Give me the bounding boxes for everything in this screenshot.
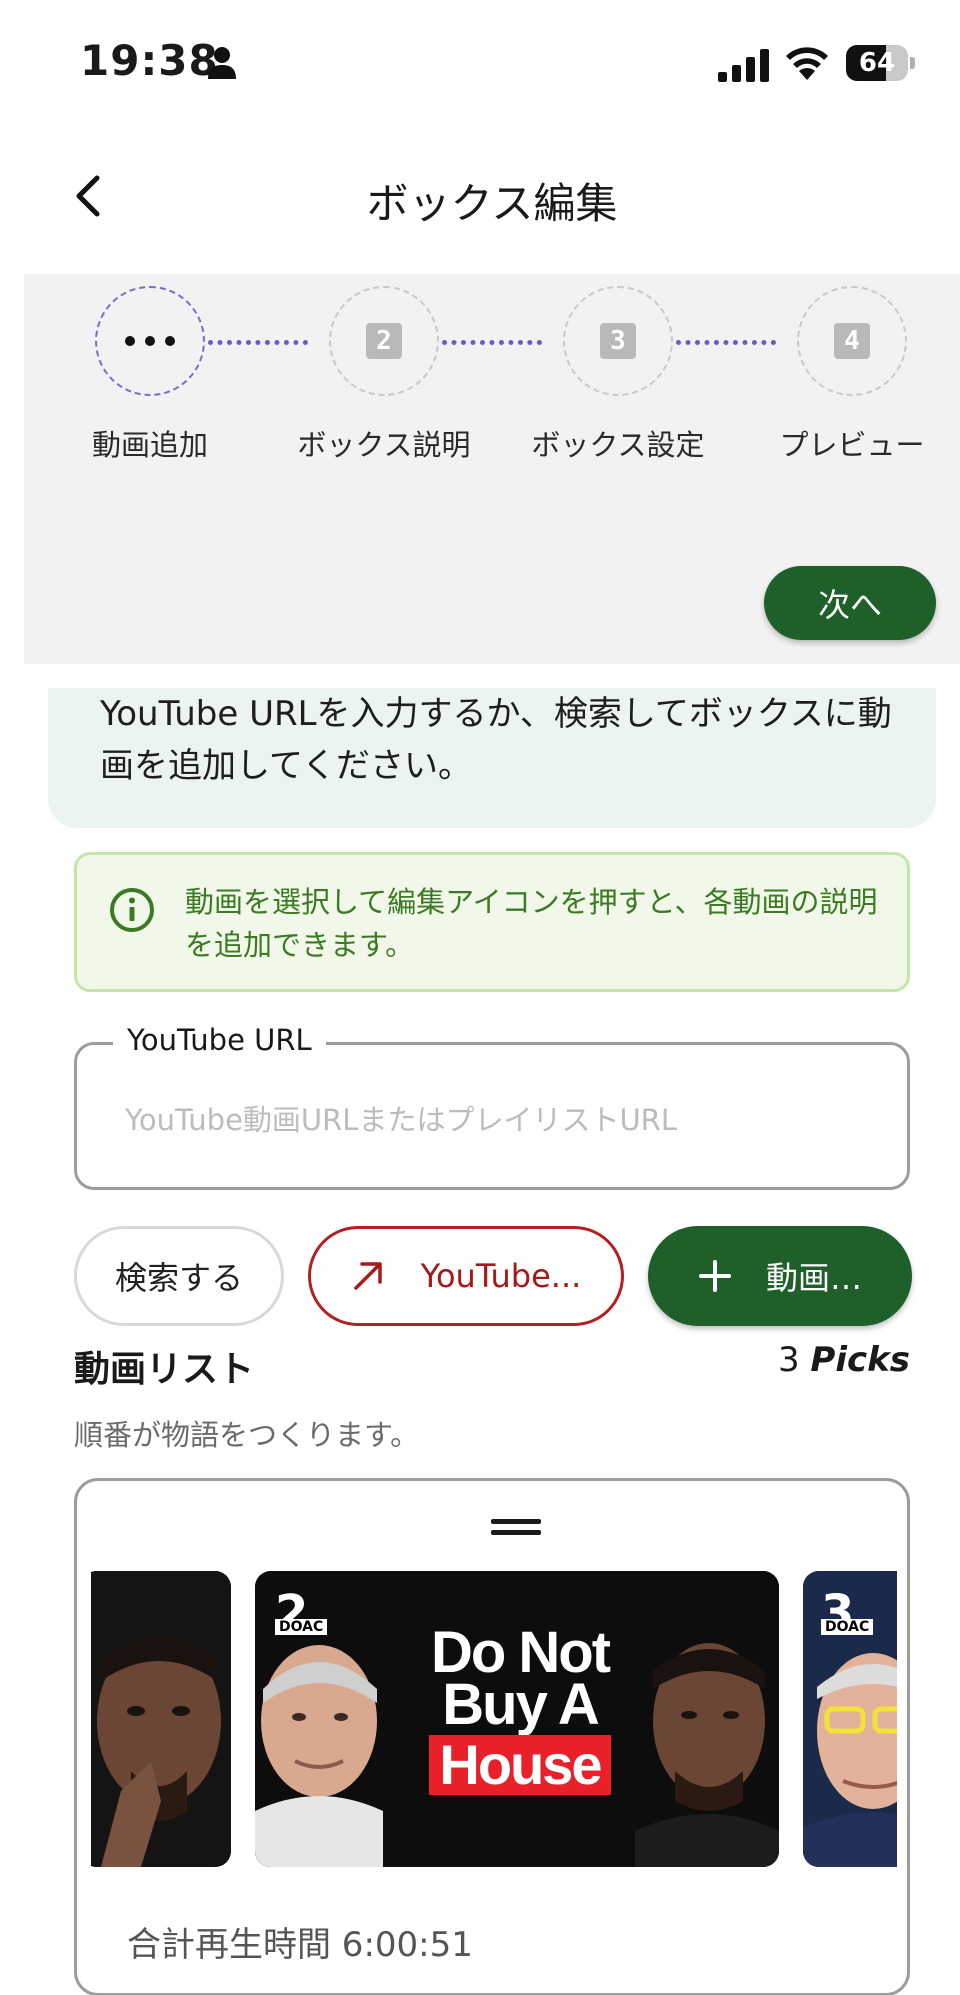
wifi-icon (786, 47, 828, 80)
add-video-button[interactable]: 動画… (648, 1226, 912, 1326)
step-add-videos[interactable]: 動画追加 (40, 286, 260, 464)
video-list-subtitle: 順番が物語をつくります。 (74, 1418, 420, 1452)
step-label: ボックス説明 (297, 428, 471, 462)
thumbnail-image (91, 1571, 231, 1867)
step-number-4-icon: 4 (834, 323, 870, 359)
intro-text: YouTube URLを入力するか、検索してボックスに動画を追加してください。 (100, 694, 892, 786)
step-number-2-icon: 2 (366, 323, 402, 359)
battery-icon: 64 (846, 45, 915, 81)
youtube-url-field: YouTube URL (74, 1023, 910, 1190)
step-label: 動画追加 (91, 428, 208, 462)
stepper-panel: 動画追加 2 ボックス説明 3 ボックス設定 4 プレビュー 次へ (24, 274, 960, 664)
plus-icon (698, 1260, 731, 1292)
arrow-up-right-icon (353, 1262, 382, 1290)
picks-count: 3 Picks (778, 1340, 910, 1380)
person-icon (208, 47, 236, 79)
video-thumbnail-3[interactable]: 3 DOAC (803, 1571, 897, 1867)
video-list-title: 動画リスト (74, 1349, 255, 1390)
step-label: プレビュー (779, 428, 925, 462)
status-time: 19:38 (80, 36, 219, 85)
page-title: ボックス編集 (366, 179, 618, 228)
video-thumbnail-2[interactable]: 2 DOAC Do Not Buy A House (255, 1571, 779, 1867)
video-headline: Do Not Buy A House (385, 1624, 655, 1795)
status-bar: 19:38 64 (0, 0, 960, 130)
headline-highlight: House (429, 1735, 611, 1795)
next-button[interactable]: 次へ (764, 566, 936, 640)
youtube-url-label: YouTube URL (113, 1023, 326, 1057)
more-dots-icon (125, 336, 175, 346)
info-text: 動画を選択して編集アイコンを押すと、各動画の説明を追加できます。 (185, 885, 878, 962)
total-play-time: 合計再生時間 6:00:51 (127, 1925, 473, 1965)
picks-number: 3 (777, 1340, 800, 1380)
search-button[interactable]: 検索する (74, 1226, 284, 1326)
step-indicator: 3 (563, 286, 673, 396)
youtube-url-input[interactable] (125, 1095, 885, 1145)
picks-label: Picks (810, 1340, 910, 1380)
add-video-label: 動画… (765, 1259, 862, 1297)
video-thumbnail-1[interactable] (91, 1571, 231, 1867)
video-carousel[interactable]: 2 DOAC Do Not Buy A House 3 DOAC (91, 1571, 897, 1867)
step-box-description[interactable]: 2 ボックス説明 (274, 286, 494, 464)
drag-handle-icon[interactable] (491, 1519, 541, 1539)
step-label: ボックス設定 (531, 428, 705, 462)
open-youtube-label: YouTube... (420, 1257, 582, 1295)
search-button-label: 検索する (114, 1259, 243, 1297)
step-box-settings[interactable]: 3 ボックス設定 (508, 286, 728, 464)
intro-card: YouTube URLを入力するか、検索してボックスに動画を追加してください。 (48, 688, 936, 828)
step-number-3-icon: 3 (600, 323, 636, 359)
open-youtube-button[interactable]: YouTube... (308, 1226, 624, 1326)
video-badge: DOAC (821, 1619, 874, 1635)
video-badge: DOAC (275, 1619, 328, 1635)
video-list-card: 2 DOAC Do Not Buy A House 3 DOAC 合計再生時間 (74, 1478, 910, 1995)
info-alert: 動画を選択して編集アイコンを押すと、各動画の説明を追加できます。 (74, 852, 910, 992)
header: ボックス編集 (0, 140, 960, 250)
step-indicator: 2 (329, 286, 439, 396)
signal-icon (718, 49, 769, 82)
step-indicator: 4 (797, 286, 907, 396)
step-indicator-active (95, 286, 205, 396)
headline-line: Buy A (442, 1672, 599, 1737)
battery-level: 64 (858, 48, 896, 78)
step-preview[interactable]: 4 プレビュー (742, 286, 960, 464)
info-icon (110, 888, 154, 932)
